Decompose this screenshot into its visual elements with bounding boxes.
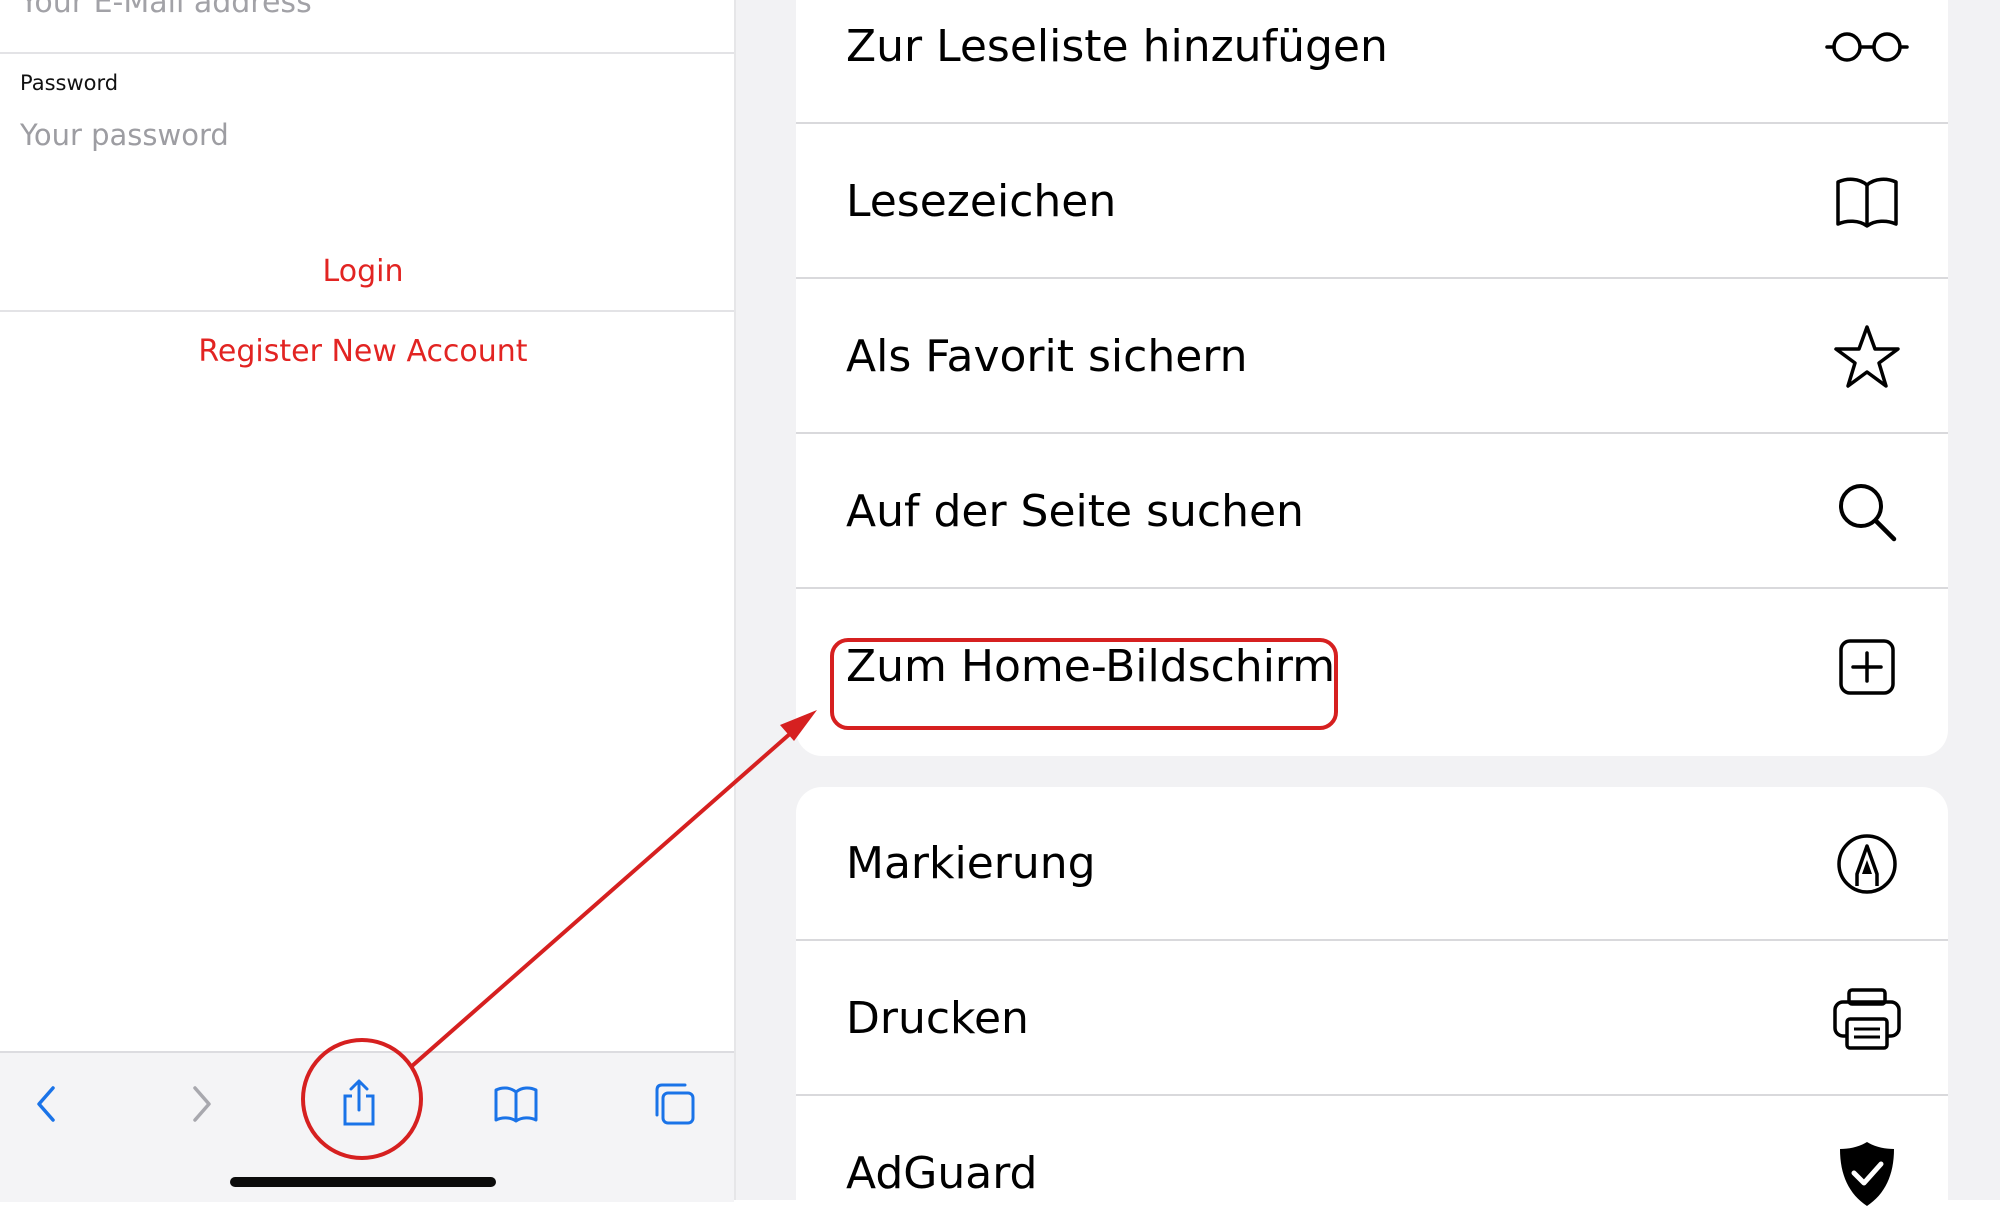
tabs-icon xyxy=(655,1083,695,1125)
chevron-right-icon xyxy=(193,1086,211,1122)
email-field[interactable]: Your E-Mail address xyxy=(20,0,312,18)
row-separator xyxy=(796,277,1948,279)
star-icon xyxy=(1822,317,1912,397)
row-separator xyxy=(796,432,1948,434)
action-find-on-page[interactable]: Auf der Seite suchen xyxy=(796,435,1948,589)
login-button[interactable]: Login xyxy=(0,252,726,292)
login-page: Your E-Mail address Password Your passwo… xyxy=(0,0,734,1202)
row-separator xyxy=(796,1094,1948,1096)
book-icon xyxy=(1822,162,1912,242)
markup-icon xyxy=(1822,824,1912,904)
divider xyxy=(0,310,734,312)
chevron-left-icon xyxy=(37,1086,55,1122)
action-label: Auf der Seite suchen xyxy=(846,486,1304,537)
back-button[interactable] xyxy=(16,1079,76,1129)
share-sheet: Zur Leseliste hinzufügen Lesezeichen Als… xyxy=(736,0,2000,1227)
glasses-icon xyxy=(1822,7,1912,87)
action-label: AdGuard xyxy=(846,1148,1038,1199)
plus-square-icon xyxy=(1822,627,1912,707)
tabs-button[interactable] xyxy=(644,1079,704,1129)
row-separator xyxy=(796,122,1948,124)
action-label: Drucken xyxy=(846,993,1029,1044)
action-markup[interactable]: Markierung xyxy=(796,787,1948,941)
shield-check-icon xyxy=(1822,1134,1912,1214)
row-separator xyxy=(796,939,1948,941)
action-adguard[interactable]: AdGuard xyxy=(796,1097,1948,1227)
printer-icon xyxy=(1822,979,1912,1059)
password-label: Password xyxy=(20,71,119,95)
password-field[interactable]: Your password xyxy=(20,116,229,154)
book-icon xyxy=(494,1086,538,1123)
forward-button[interactable] xyxy=(172,1079,232,1129)
divider xyxy=(0,52,734,54)
share-button-highlight xyxy=(301,1038,423,1160)
action-label: Als Favorit sichern xyxy=(846,331,1248,382)
action-bookmark[interactable]: Lesezeichen xyxy=(796,125,1948,279)
action-label: Lesezeichen xyxy=(846,176,1117,227)
row-separator xyxy=(796,587,1948,589)
home-indicator xyxy=(230,1177,496,1187)
action-print[interactable]: Drucken xyxy=(796,942,1948,1096)
action-label: Zur Leseliste hinzufügen xyxy=(846,21,1388,72)
action-label: Markierung xyxy=(846,838,1096,889)
action-add-to-reading-list[interactable]: Zur Leseliste hinzufügen xyxy=(796,0,1948,124)
action-add-favorite[interactable]: Als Favorit sichern xyxy=(796,280,1948,434)
register-account-link[interactable]: Register New Account xyxy=(0,332,726,372)
search-icon xyxy=(1822,472,1912,552)
highlight-box xyxy=(830,638,1338,730)
bookmarks-button[interactable] xyxy=(486,1079,546,1129)
share-actions-group-2: Markierung Drucken AdGuard xyxy=(796,787,1948,1227)
